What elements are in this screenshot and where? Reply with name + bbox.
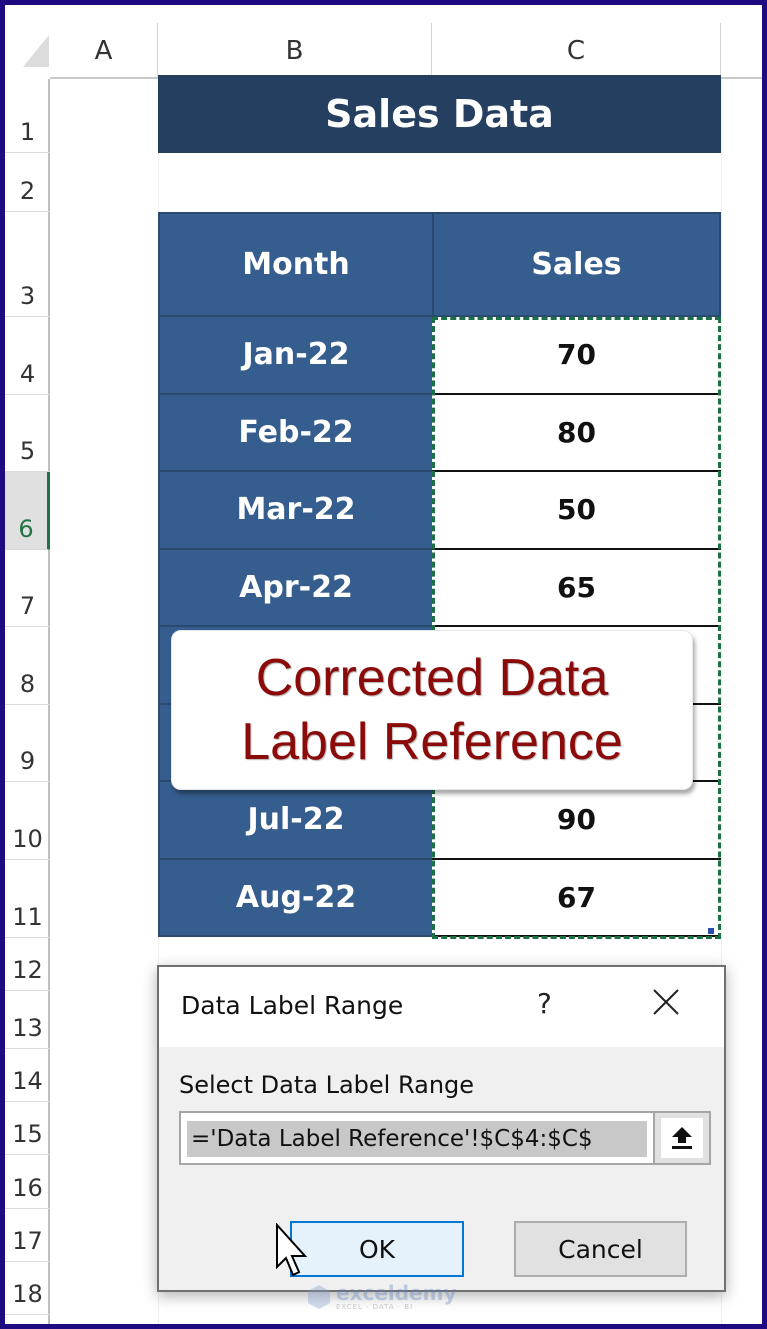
table-row: Jul-22 90 bbox=[158, 782, 721, 860]
header-sales[interactable]: Sales bbox=[434, 214, 719, 315]
row-header-2[interactable]: 2 bbox=[5, 153, 50, 212]
annotation-callout: Corrected Data Label Reference bbox=[171, 630, 693, 790]
month-cell[interactable]: Aug-22 bbox=[158, 859, 432, 937]
sales-cell[interactable]: 70 bbox=[432, 317, 721, 395]
header-month[interactable]: Month bbox=[160, 214, 434, 315]
table-header-row: Month Sales bbox=[158, 212, 721, 317]
month-cell[interactable]: Apr-22 bbox=[158, 549, 432, 627]
row-header-8[interactable]: 8 bbox=[5, 627, 50, 705]
row-header-5[interactable]: 5 bbox=[5, 395, 50, 472]
dialog-titlebar[interactable]: Data Label Range ? bbox=[159, 967, 724, 1047]
sales-cell[interactable]: 80 bbox=[432, 394, 721, 472]
range-input[interactable]: ='Data Label Reference'!$C$4:$C$ bbox=[179, 1111, 653, 1165]
row-header-6[interactable]: 6 bbox=[5, 472, 50, 550]
row-header-1[interactable]: 1 bbox=[5, 79, 50, 153]
dialog-title: Data Label Range bbox=[181, 991, 404, 1020]
row-header-16[interactable]: 16 bbox=[5, 1155, 50, 1209]
sales-cell[interactable]: 90 bbox=[432, 782, 721, 860]
table-row: Apr-22 65 bbox=[158, 549, 721, 627]
column-header-b[interactable]: B bbox=[158, 23, 432, 79]
callout-line-2: Label Reference bbox=[241, 713, 623, 771]
range-input-value: ='Data Label Reference'!$C$4:$C$ bbox=[187, 1121, 647, 1157]
range-field-label: Select Data Label Range bbox=[179, 1071, 475, 1099]
sales-table: Month Sales Jan-22 70 Feb-22 80 Mar-22 5… bbox=[158, 212, 721, 937]
callout-line-1: Corrected Data bbox=[255, 649, 609, 707]
column-header-a[interactable]: A bbox=[50, 23, 158, 79]
row-header-13[interactable]: 13 bbox=[5, 991, 50, 1049]
row-header-9[interactable]: 9 bbox=[5, 705, 50, 782]
row-header-3[interactable]: 3 bbox=[5, 212, 50, 317]
collapse-button-face bbox=[661, 1118, 703, 1158]
mouse-pointer-icon bbox=[275, 1222, 309, 1279]
exceldemy-logo-icon bbox=[308, 1285, 330, 1309]
collapse-dialog-button[interactable] bbox=[653, 1111, 711, 1165]
watermark-name: exceldemy bbox=[336, 1281, 457, 1305]
table-row: Jan-22 70 bbox=[158, 317, 721, 395]
select-all-corner[interactable] bbox=[23, 35, 49, 67]
row-header-14[interactable]: 14 bbox=[5, 1049, 50, 1102]
sales-cell[interactable]: 65 bbox=[432, 549, 721, 627]
sales-cell[interactable]: 67 bbox=[432, 859, 721, 937]
table-row: Feb-22 80 bbox=[158, 394, 721, 472]
fill-handle[interactable] bbox=[708, 928, 714, 934]
data-label-range-dialog: Data Label Range ? Select Data Label Ran… bbox=[157, 965, 726, 1292]
row-header-18[interactable]: 18 bbox=[5, 1262, 50, 1315]
row-header-11[interactable]: 11 bbox=[5, 860, 50, 938]
month-cell[interactable]: Feb-22 bbox=[158, 394, 432, 472]
row-header-15[interactable]: 15 bbox=[5, 1102, 50, 1155]
month-cell[interactable]: Jan-22 bbox=[158, 317, 432, 395]
row-header-17[interactable]: 17 bbox=[5, 1209, 50, 1262]
watermark: exceldemy EXCEL · DATA · BI bbox=[308, 1283, 457, 1311]
table-row: Aug-22 67 bbox=[158, 859, 721, 937]
month-cell[interactable]: Mar-22 bbox=[158, 472, 432, 550]
sheet-title-cell[interactable]: Sales Data bbox=[158, 75, 721, 153]
month-cell[interactable]: Jul-22 bbox=[158, 782, 432, 860]
row-header-4[interactable]: 4 bbox=[5, 317, 50, 395]
sales-cell[interactable]: 50 bbox=[432, 472, 721, 550]
row-header-12[interactable]: 12 bbox=[5, 938, 50, 991]
close-icon[interactable] bbox=[649, 985, 683, 1019]
help-button[interactable]: ? bbox=[537, 987, 552, 1020]
table-row: Mar-22 50 bbox=[158, 472, 721, 550]
upload-arrow-icon bbox=[672, 1127, 692, 1149]
spreadsheet: A B C 1 2 3 4 5 6 7 8 9 10 11 12 13 14 1… bbox=[5, 5, 762, 1324]
cancel-button[interactable]: Cancel bbox=[514, 1221, 687, 1277]
watermark-tagline: EXCEL · DATA · BI bbox=[336, 1303, 414, 1311]
row-header-7[interactable]: 7 bbox=[5, 550, 50, 627]
row-header-10[interactable]: 10 bbox=[5, 782, 50, 860]
ok-button[interactable]: OK bbox=[290, 1221, 464, 1277]
column-header-c[interactable]: C bbox=[432, 23, 721, 79]
